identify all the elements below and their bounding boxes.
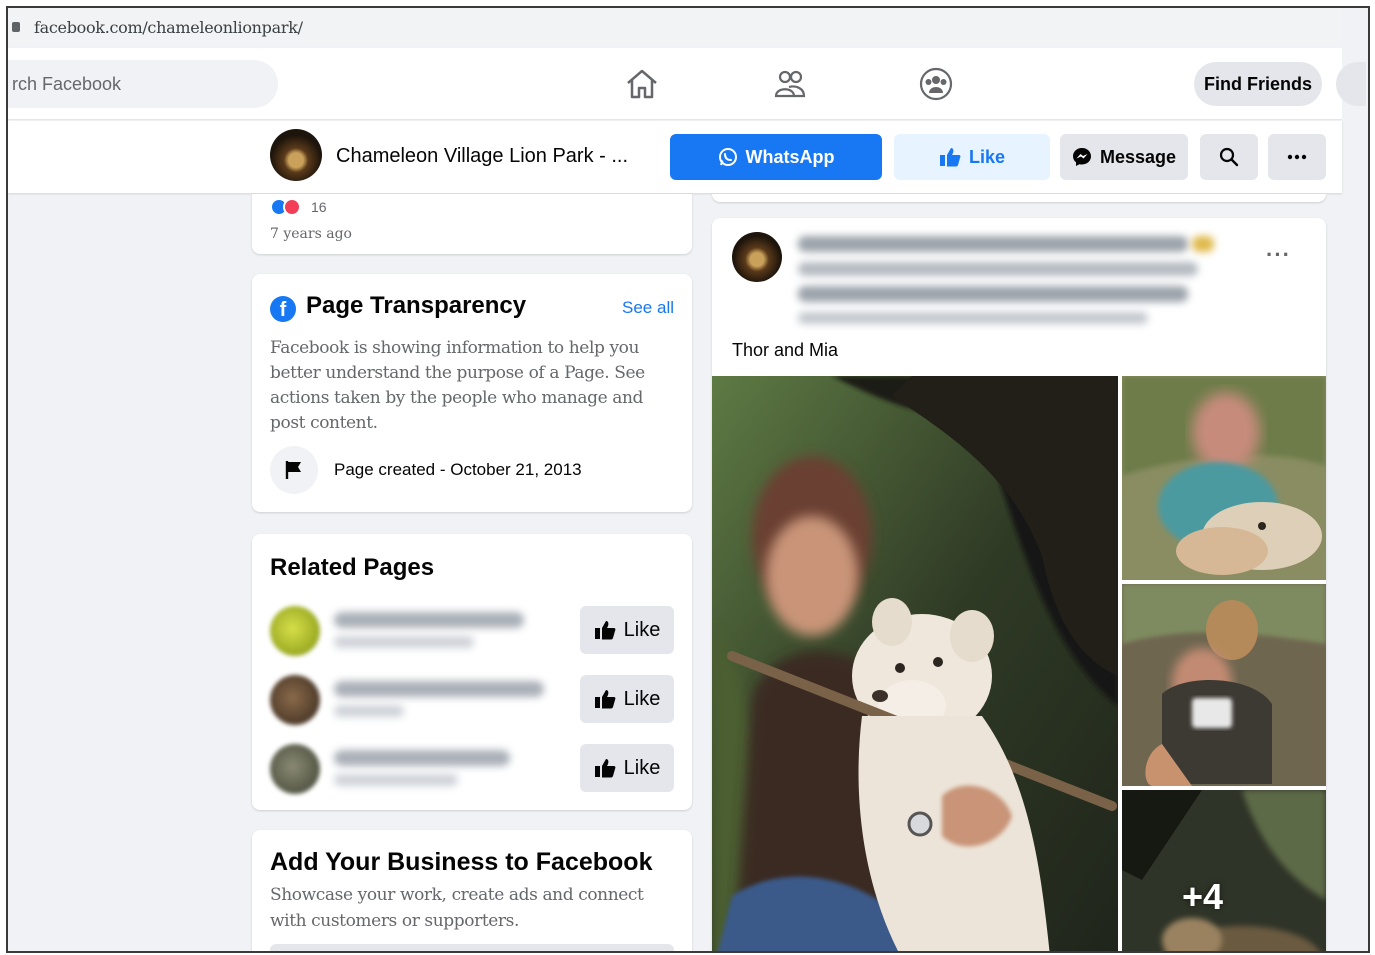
blurred-page-name[interactable] xyxy=(334,750,510,766)
page-header-bar: Chameleon Village Lion Park - ... WhatsA… xyxy=(8,121,1342,193)
transparency-description: Facebook is showing information to help … xyxy=(270,338,645,433)
add-business-title: Add Your Business to Facebook xyxy=(270,848,653,876)
friends-icon[interactable] xyxy=(772,66,808,102)
love-reaction-icon xyxy=(283,198,301,216)
like-page-button[interactable]: Like xyxy=(894,134,1050,180)
post-photo-3[interactable] xyxy=(1122,584,1326,786)
create-page-button[interactable] xyxy=(270,944,674,951)
whatsapp-icon xyxy=(718,148,737,166)
home-icon[interactable] xyxy=(624,66,660,102)
transparency-title: Page Transparency xyxy=(306,292,527,319)
thumbs-up-icon xyxy=(594,759,616,778)
address-bar[interactable]: facebook.com/chameleonlionpark/ xyxy=(8,8,1342,46)
reaction-count: 16 xyxy=(311,199,327,215)
page-created-date: Page created - October 21, 2013 xyxy=(334,460,582,479)
find-friends-button[interactable]: Find Friends xyxy=(1194,62,1322,106)
thumbs-up-icon xyxy=(939,148,961,167)
add-business-card: Add Your Business to Facebook Showcase y… xyxy=(252,830,692,951)
blurred-page-category xyxy=(334,636,474,648)
menu-button[interactable] xyxy=(1336,62,1366,106)
thumbs-up-icon xyxy=(594,621,616,640)
page-avatar[interactable] xyxy=(270,129,322,181)
related-like-label: Like xyxy=(623,618,661,641)
search-placeholder: rch Facebook xyxy=(12,73,122,94)
related-page-item[interactable]: Like xyxy=(270,744,674,800)
post-photo-main[interactable] xyxy=(712,376,1118,951)
search-icon xyxy=(1219,147,1239,167)
related-like-button[interactable]: Like xyxy=(580,606,674,654)
groups-icon[interactable] xyxy=(918,66,954,102)
whatsapp-button[interactable]: WhatsApp xyxy=(670,134,882,180)
related-page-avatar[interactable] xyxy=(270,606,320,656)
blurred-location-line xyxy=(798,286,1188,302)
search-input[interactable]: rch Facebook xyxy=(8,60,278,108)
page-name[interactable]: Chameleon Village Lion Park - ... xyxy=(336,145,628,168)
blurred-page-name[interactable] xyxy=(334,681,544,697)
blurred-page-category xyxy=(334,705,404,717)
blurred-author-name[interactable] xyxy=(798,236,1188,252)
lock-icon xyxy=(12,22,20,32)
blurred-tag-line xyxy=(798,262,1198,276)
page-transparency-card: f Page Transparency See all Facebook is … xyxy=(252,274,692,512)
post-card: ··· Thor and Mia +4 xyxy=(712,218,1326,951)
reactions-summary[interactable]: 16 xyxy=(270,198,327,216)
more-options-button[interactable] xyxy=(1268,134,1326,180)
related-page-avatar[interactable] xyxy=(270,675,320,725)
message-button[interactable]: Message xyxy=(1060,134,1188,180)
like-label: Like xyxy=(968,146,1006,167)
thumbs-up-icon xyxy=(594,690,616,709)
message-label: Message xyxy=(1099,146,1177,167)
facebook-logo-icon: f xyxy=(270,296,296,322)
related-page-avatar[interactable] xyxy=(270,744,320,794)
page-search-button[interactable] xyxy=(1200,134,1258,180)
flag-icon xyxy=(270,446,318,494)
ellipsis-icon xyxy=(1287,154,1307,160)
messenger-icon xyxy=(1072,148,1091,166)
add-business-description: Showcase your work, create ads and conne… xyxy=(270,885,644,931)
related-page-item[interactable]: Like xyxy=(270,675,674,731)
related-page-item[interactable]: Like xyxy=(270,606,674,662)
post-author-avatar[interactable] xyxy=(732,232,782,282)
related-pages-card: Related Pages Like Like Like xyxy=(252,534,692,810)
post-caption: Thor and Mia xyxy=(732,340,839,360)
top-navigation: rch Facebook Find Friends xyxy=(8,48,1366,120)
see-all-link[interactable]: See all xyxy=(622,298,674,318)
blurred-emoji xyxy=(1192,236,1214,252)
blurred-page-category xyxy=(334,774,458,786)
blurred-timestamp xyxy=(798,312,1148,324)
url-text[interactable]: facebook.com/chameleonlionpark/ xyxy=(34,18,303,37)
related-pages-title: Related Pages xyxy=(270,554,435,581)
related-like-button[interactable]: Like xyxy=(580,675,674,723)
post-more-icon[interactable]: ··· xyxy=(1266,242,1291,268)
browser-frame: facebook.com/chameleonlionpark/ rch Face… xyxy=(6,6,1370,953)
post-photo-4[interactable]: +4 xyxy=(1122,790,1326,951)
previous-post-footer: 16 7 years ago xyxy=(252,194,692,254)
related-like-label: Like xyxy=(623,756,661,779)
more-photos-count[interactable]: +4 xyxy=(1182,876,1223,918)
previous-post-bottom xyxy=(712,194,1326,202)
post-photo-2[interactable] xyxy=(1122,376,1326,580)
post-timestamp[interactable]: 7 years ago xyxy=(270,226,352,242)
related-like-button[interactable]: Like xyxy=(580,744,674,792)
whatsapp-label: WhatsApp xyxy=(745,146,835,167)
related-like-label: Like xyxy=(623,687,661,710)
blurred-page-name[interactable] xyxy=(334,612,524,628)
